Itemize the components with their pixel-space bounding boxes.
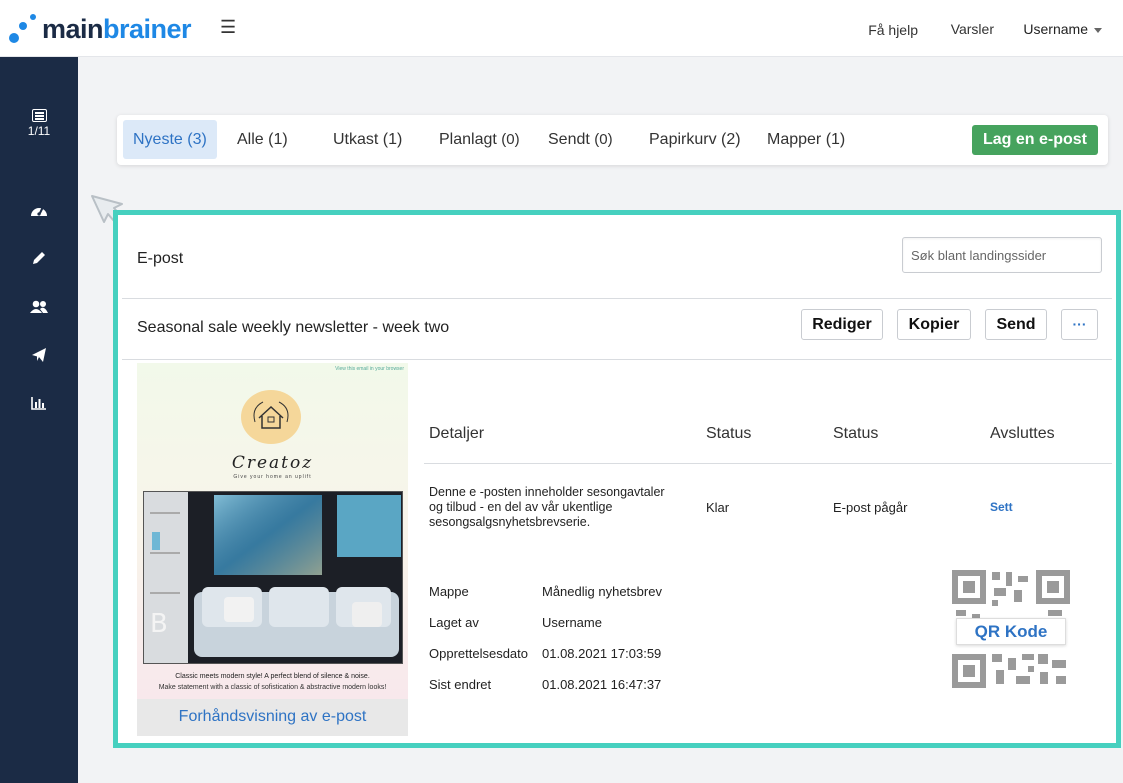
header-status-1: Status xyxy=(706,425,752,442)
counter-label: 1/11 xyxy=(27,124,51,138)
bar-chart-icon xyxy=(31,397,46,410)
paper-plane-icon xyxy=(32,348,46,362)
edit-button[interactable]: Rediger xyxy=(801,309,883,340)
header-ends: Avsluttes xyxy=(990,425,1055,442)
tab-count: (0) xyxy=(594,131,613,148)
more-options-button[interactable]: ··· xyxy=(1061,309,1098,340)
chevron-down-icon xyxy=(1094,27,1102,33)
sidebar: 1/11 xyxy=(0,57,78,783)
qr-code-button[interactable]: QR Kode xyxy=(956,618,1066,645)
ends-link[interactable]: Sett xyxy=(990,500,1013,514)
tab-drafts[interactable]: Utkast (1) xyxy=(323,120,412,159)
dashboard-icon xyxy=(31,206,47,216)
brand-logo-circle xyxy=(241,390,301,444)
tab-label: Sendt xyxy=(548,131,590,148)
tab-label: Papirkurv xyxy=(649,131,717,148)
table-divider xyxy=(424,463,1112,464)
svg-text:B: B xyxy=(150,609,168,639)
tab-label: Mapper xyxy=(767,131,822,148)
created-by-label: Laget av xyxy=(429,615,479,630)
modified-date-label: Sist endret xyxy=(429,677,492,692)
modified-date-value: 01.08.2021 16:47:37 xyxy=(542,677,662,692)
status-in-progress: E-post pågår xyxy=(833,500,908,515)
email-preview[interactable]: View this email in your browser Creatoz … xyxy=(137,363,408,736)
email-panel: E-post Seasonal sale weekly newsletter -… xyxy=(113,210,1121,748)
header-status-2: Status xyxy=(833,425,879,442)
created-date-value: 01.08.2021 17:03:59 xyxy=(542,646,662,661)
email-item-title: Seasonal sale weekly newsletter - week t… xyxy=(137,319,450,336)
preview-caption-2: Make statement with a classic of sofisti… xyxy=(158,684,387,691)
preview-brand: Creatoz xyxy=(231,453,314,473)
copy-button[interactable]: Kopier xyxy=(897,309,971,340)
user-menu[interactable]: Username xyxy=(1023,21,1102,37)
username-label: Username xyxy=(1023,21,1088,37)
email-tabs: Nyeste (3) Alle (1) Utkast (1) Planlagt … xyxy=(117,115,1108,165)
list-icon xyxy=(31,109,47,122)
users-icon xyxy=(30,300,48,313)
help-link[interactable]: Få hjelp xyxy=(868,22,918,38)
tab-scheduled[interactable]: Planlagt (0) xyxy=(429,120,530,159)
panel-title: E-post xyxy=(137,250,184,267)
tab-label: Alle xyxy=(237,131,264,148)
folder-label: Mappe xyxy=(429,584,469,599)
tab-count: (1) xyxy=(825,131,846,148)
tab-newest[interactable]: Nyeste (3) xyxy=(123,120,217,159)
create-email-button[interactable]: Lag en e-post xyxy=(971,125,1098,155)
hamburger-menu-icon[interactable]: ☰ xyxy=(220,17,236,38)
mainbrainer-logo[interactable]: mainbrainer xyxy=(8,12,192,46)
top-bar: mainbrainer ☰ Få hjelp Varsler Username xyxy=(0,0,1123,57)
tab-trash[interactable]: Papirkurv (2) xyxy=(639,120,751,159)
tab-label: Utkast xyxy=(333,131,379,148)
tab-all[interactable]: Alle (1) xyxy=(227,120,298,159)
created-by-value: Username xyxy=(542,615,602,630)
preview-tagline: Give your home an uplift xyxy=(233,474,312,480)
alerts-link[interactable]: Varsler xyxy=(951,21,994,37)
pencil-icon xyxy=(33,252,45,264)
preview-browser-link: View this email in your browser xyxy=(335,366,404,372)
tab-sent[interactable]: Sendt (0) xyxy=(538,120,623,159)
folder-value: Månedlig nyhetsbrev xyxy=(542,584,662,599)
preview-interior-image: B xyxy=(143,491,403,664)
status-ready: Klar xyxy=(706,500,730,515)
sidebar-item-edit[interactable] xyxy=(27,246,51,270)
sidebar-item-reports[interactable] xyxy=(27,391,51,415)
logo-text-brainer: brainer xyxy=(103,13,192,44)
tab-label: Nyeste xyxy=(133,131,183,148)
tab-label: Planlagt xyxy=(439,131,497,148)
house-icon xyxy=(253,401,289,429)
email-description: Denne e -posten inneholder sesongavtaler… xyxy=(429,485,665,529)
preview-email-link[interactable]: Forhåndsvisning av e-post xyxy=(137,708,408,726)
tab-count: (2) xyxy=(721,131,741,148)
send-button[interactable]: Send xyxy=(985,309,1047,340)
tab-count: (1) xyxy=(268,131,288,148)
tab-count: (0) xyxy=(501,131,520,148)
tab-count: (3) xyxy=(187,131,207,148)
logo-dots-icon xyxy=(8,12,42,46)
tab-folders[interactable]: Mapper (1) xyxy=(757,120,855,159)
preview-thumbnail: View this email in your browser Creatoz … xyxy=(137,363,408,699)
preview-caption-1: Classic meets modern style! A perfect bl… xyxy=(175,673,370,680)
sidebar-item-users[interactable] xyxy=(27,295,51,319)
sidebar-counter[interactable]: 1/11 xyxy=(0,109,78,138)
header-details: Detaljer xyxy=(429,425,485,442)
search-input[interactable] xyxy=(902,237,1102,273)
created-date-label: Opprettelsesdato xyxy=(429,646,529,661)
sidebar-item-send[interactable] xyxy=(27,343,51,367)
sidebar-item-dashboard[interactable] xyxy=(27,198,51,222)
logo-text-main: main xyxy=(42,13,104,44)
tab-count: (1) xyxy=(382,131,403,148)
